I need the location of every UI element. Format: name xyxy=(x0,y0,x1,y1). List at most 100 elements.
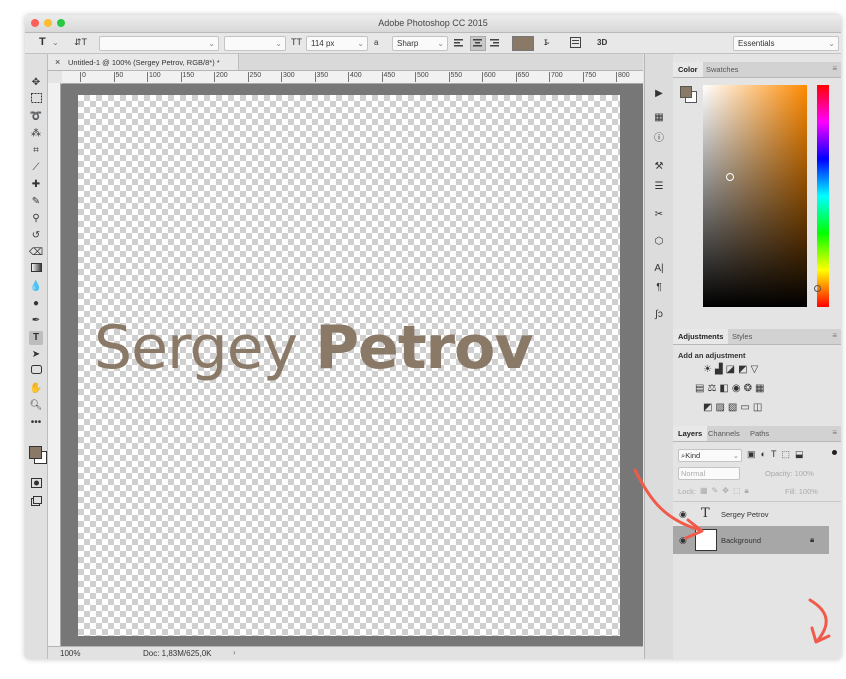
color-panel-foreground-swatch[interactable] xyxy=(680,86,692,98)
lock-all-icon[interactable]: 🔒︎ xyxy=(745,486,753,495)
document-canvas[interactable]: Sergey Petrov xyxy=(78,95,620,636)
type-tool-icon[interactable]: T xyxy=(29,331,43,345)
tab-adjustments[interactable]: Adjustments xyxy=(673,329,729,344)
font-family-select[interactable]: ⌄ xyxy=(99,36,219,51)
play-action-icon[interactable]: ▶ xyxy=(652,87,666,101)
history-brush-tool-icon[interactable]: ↺ xyxy=(29,229,43,243)
layer-name[interactable]: Sergey Petrov xyxy=(721,510,769,519)
pen-tool-icon[interactable]: ✒ xyxy=(29,314,43,328)
color-balance-icon[interactable]: ⚖ xyxy=(707,383,719,394)
zoom-level[interactable]: 100% xyxy=(60,649,80,658)
3d-mode-button[interactable]: 3D xyxy=(597,36,607,49)
path-selection-tool-icon[interactable]: ➤ xyxy=(29,348,43,362)
glyphs-icon[interactable]: ∫ɔ xyxy=(652,308,666,322)
tab-channels[interactable]: Channels xyxy=(703,426,745,441)
screen-mode-icon[interactable] xyxy=(29,496,43,510)
layer-filter-select[interactable]: ⌕Kind ⌄ xyxy=(678,449,742,462)
tab-swatches[interactable]: Swatches xyxy=(701,62,744,77)
tab-color[interactable]: Color xyxy=(673,62,703,77)
chevron-down-icon[interactable]: ⌄ xyxy=(52,36,59,49)
eye-icon[interactable]: ◉ xyxy=(679,509,687,520)
close-tab-icon[interactable]: × xyxy=(55,57,60,67)
rectangle-tool-icon[interactable] xyxy=(29,365,43,379)
tool-preset-picker[interactable]: T xyxy=(39,36,46,49)
brush-tool-icon[interactable]: ✎ xyxy=(29,195,43,209)
panel-menu-icon[interactable]: ≡ xyxy=(832,331,837,340)
document-tab[interactable]: × Untitled-1 @ 100% (Sergey Petrov, RGB/… xyxy=(48,54,239,70)
artboard-icon[interactable]: ⬚ xyxy=(733,486,745,495)
eyedropper-tool-icon[interactable]: ⟋ xyxy=(29,161,43,175)
dodge-tool-icon[interactable]: ● xyxy=(29,297,43,311)
crop-tool-icon[interactable]: ⌗ xyxy=(29,144,43,158)
lock-position-icon[interactable]: ✥ xyxy=(722,486,733,495)
properties-icon[interactable]: ☰ xyxy=(652,180,666,194)
text-orientation-icon[interactable]: ⇵T xyxy=(74,36,87,49)
align-right-icon[interactable] xyxy=(490,36,500,49)
color-lookup-icon[interactable]: ▦ xyxy=(755,383,767,394)
tab-styles[interactable]: Styles xyxy=(727,329,757,344)
align-center-icon[interactable] xyxy=(470,36,486,51)
lock-transparent-icon[interactable]: ▦ xyxy=(700,486,712,495)
move-tool-icon[interactable]: ✥ xyxy=(29,76,43,90)
type-filter-icon[interactable]: T xyxy=(771,449,782,459)
adjustment-filter-icon[interactable]: ◐ xyxy=(761,449,771,459)
gradient-map-icon[interactable]: ▭ xyxy=(740,402,752,413)
blend-mode-select[interactable]: Normal xyxy=(678,467,740,480)
align-left-icon[interactable] xyxy=(454,36,464,49)
workspace-select[interactable]: Essentials ⌄ xyxy=(733,36,839,51)
threshold-icon[interactable]: ▧ xyxy=(728,402,740,413)
color-picker-marker[interactable] xyxy=(726,173,734,181)
layer-row-selected[interactable]: ◉ Background 🔒︎ xyxy=(673,526,829,554)
curves-icon[interactable]: ◪ xyxy=(726,364,738,375)
character-panel-icon[interactable] xyxy=(570,36,581,49)
fill-control[interactable]: Fill: 100% xyxy=(785,487,818,496)
exposure-icon[interactable]: ◩ xyxy=(738,364,750,375)
marquee-tool-icon[interactable] xyxy=(29,93,43,107)
filter-toggle[interactable] xyxy=(832,450,837,455)
hand-tool-icon[interactable]: ✋ xyxy=(29,382,43,396)
font-size-field[interactable]: 114 px ⌄ xyxy=(306,36,368,51)
tab-paths[interactable]: Paths xyxy=(745,426,774,441)
eye-icon[interactable]: ◉ xyxy=(679,535,687,546)
black-white-icon[interactable]: ◧ xyxy=(719,383,731,394)
brightness-icon[interactable]: ☀ xyxy=(703,364,715,375)
more-tools-icon[interactable]: ••• xyxy=(29,416,43,430)
blur-tool-icon[interactable]: 💧 xyxy=(29,280,43,294)
photo-filter-icon[interactable]: ◉ xyxy=(732,383,744,394)
hue-slider-marker[interactable] xyxy=(814,285,821,292)
text-layer-content[interactable]: Sergey Petrov xyxy=(94,313,533,383)
pixel-filter-icon[interactable]: ▣ xyxy=(747,449,761,459)
histogram-icon[interactable]: ▦ xyxy=(652,111,666,125)
layer-name[interactable]: Background xyxy=(721,536,761,545)
healing-brush-tool-icon[interactable]: ✚ xyxy=(29,178,43,192)
quick-mask-icon[interactable] xyxy=(29,478,43,492)
smart-filter-icon[interactable]: ⬓ xyxy=(795,449,809,459)
layer-row[interactable]: ◉ T Sergey Petrov xyxy=(673,501,841,526)
vibrance-icon[interactable]: ▽ xyxy=(751,364,762,375)
shape-filter-icon[interactable]: ⬚ xyxy=(781,449,795,459)
quick-selection-tool-icon[interactable]: ⁂ xyxy=(29,127,43,141)
lock-image-icon[interactable]: ✎ xyxy=(712,486,723,495)
posterize-icon[interactable]: ▨ xyxy=(715,402,727,413)
brush-presets-icon[interactable]: ✂ xyxy=(652,208,666,222)
gradient-tool-icon[interactable] xyxy=(29,263,43,277)
warp-text-icon[interactable]: ɪ̴ xyxy=(544,36,548,49)
clone-stamp-tool-icon[interactable]: ⚲ xyxy=(29,212,43,226)
hue-saturation-icon[interactable]: ▤ xyxy=(695,383,707,394)
channel-mixer-icon[interactable]: ❂ xyxy=(744,383,755,394)
opacity-control[interactable]: Opacity: 100% xyxy=(765,469,814,478)
font-style-select[interactable]: ⌄ xyxy=(224,36,286,51)
color-field[interactable] xyxy=(703,85,807,307)
lasso-tool-icon[interactable]: ➰ xyxy=(29,110,43,124)
3d-panel-icon[interactable]: ⬡ xyxy=(652,235,666,249)
eraser-tool-icon[interactable]: ⌫ xyxy=(29,246,43,260)
hue-slider[interactable] xyxy=(814,85,829,307)
selective-color-icon[interactable]: ◫ xyxy=(753,402,765,413)
antialias-select[interactable]: Sharp ⌄ xyxy=(392,36,448,51)
levels-icon[interactable]: ▟ xyxy=(715,364,726,375)
character-icon[interactable]: A| xyxy=(652,262,666,276)
status-menu-arrow-icon[interactable]: › xyxy=(233,648,236,657)
paragraph-icon[interactable]: ¶ xyxy=(652,281,666,295)
info-icon[interactable]: ⓘ xyxy=(652,132,666,146)
text-color-swatch[interactable] xyxy=(512,36,534,51)
